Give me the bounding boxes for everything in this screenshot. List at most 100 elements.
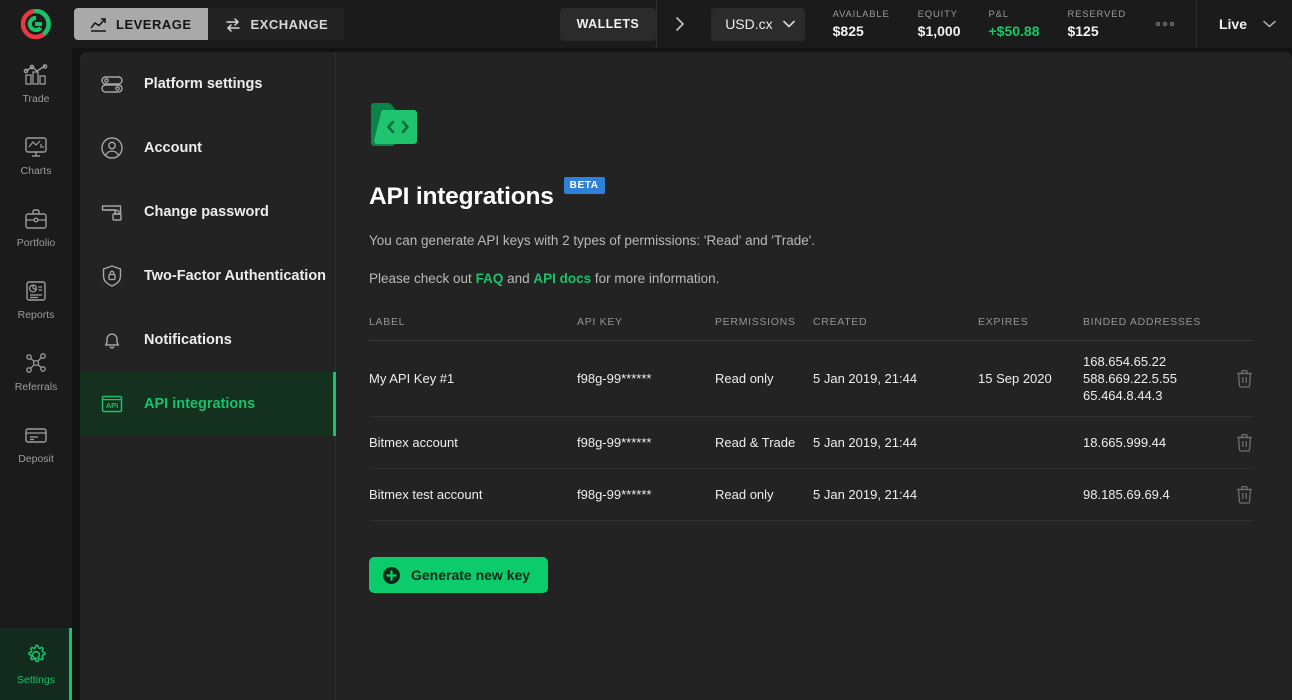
stat-pnl-key: P&L	[988, 9, 1009, 20]
rail-item-charts-label: Charts	[20, 165, 52, 177]
table-row[interactable]: Bitmex account f98g-99****** Read & Trad…	[369, 416, 1253, 469]
row-0-permissions: Read only	[715, 340, 813, 417]
help-prefix: Please check out	[369, 271, 476, 286]
settings-item-change-password[interactable]: Change password	[80, 180, 335, 244]
wallets-button-label: WALLETS	[576, 17, 640, 31]
page-description: You can generate API keys with 2 types o…	[369, 233, 816, 248]
col-permissions: PERMISSIONS	[715, 316, 813, 341]
currency-select-value: USD.cx	[725, 16, 773, 32]
settings-item-account[interactable]: Account	[80, 116, 335, 180]
rail-item-charts[interactable]: Charts	[0, 120, 72, 192]
plus-circle-icon	[383, 566, 400, 584]
col-actions	[1223, 316, 1253, 341]
table-row[interactable]: Bitmex test account f98g-99****** Read o…	[369, 468, 1253, 521]
page-title: API integrations	[369, 183, 554, 210]
settings-item-platform-settings[interactable]: Platform settings	[80, 52, 335, 116]
delete-key-button[interactable]	[1223, 485, 1253, 504]
dot-2-icon	[1162, 22, 1167, 26]
left-nav-rail: Trade Charts Portfolio Reports Referrals…	[0, 48, 72, 700]
col-created: CREATED	[813, 316, 978, 341]
rail-item-deposit-label: Deposit	[18, 453, 54, 465]
cex-logo-icon	[21, 9, 51, 39]
delete-key-button[interactable]	[1223, 433, 1253, 452]
api-docs-link[interactable]: API docs	[533, 271, 591, 286]
stat-pnl: P&L +$50.88	[988, 8, 1039, 40]
more-options-button[interactable]	[1155, 22, 1174, 26]
stat-available-value: $825	[832, 23, 864, 39]
top-bar: LEVERAGE EXCHANGE WALLETS USD.cx AVAILAB…	[0, 0, 1292, 48]
row-2-addresses: 98.185.69.69.4	[1083, 468, 1223, 521]
trash-icon	[1237, 485, 1252, 504]
row-1-actions	[1223, 416, 1253, 469]
row-1-label: Bitmex account	[369, 416, 577, 469]
rail-item-portfolio[interactable]: Portfolio	[0, 192, 72, 264]
table-header-row: LABEL API KEY PERMISSIONS CREATED EXPIRE…	[369, 316, 1253, 341]
bell-icon	[98, 327, 126, 353]
generate-new-key-button[interactable]: Generate new key	[369, 557, 549, 593]
api-keys-table-head: LABEL API KEY PERMISSIONS CREATED EXPIRE…	[369, 316, 1253, 341]
row-1-created: 5 Jan 2019, 21:44	[813, 416, 978, 469]
rail-item-deposit[interactable]: Deposit	[0, 408, 72, 480]
row-2-address-1: 98.185.69.69.4	[1083, 487, 1170, 502]
beta-badge: BETA	[563, 177, 605, 194]
settings-item-platform-settings-label: Platform settings	[144, 76, 263, 92]
tab-leverage-label: LEVERAGE	[116, 16, 192, 32]
rail-item-reports[interactable]: Reports	[0, 264, 72, 336]
trash-icon	[1237, 369, 1252, 388]
row-0-expires: 15 Sep 2020	[978, 340, 1083, 417]
row-1-address-1: 18.665.999.44	[1083, 435, 1167, 450]
row-2-label: Bitmex test account	[369, 468, 577, 521]
user-circle-icon	[98, 135, 126, 161]
stat-pnl-value: +$50.88	[988, 23, 1040, 39]
row-1-api-key: f98g-99******	[577, 416, 715, 469]
trash-icon	[1237, 433, 1252, 452]
wallets-button[interactable]: WALLETS	[559, 7, 657, 41]
faq-link[interactable]: FAQ	[476, 271, 504, 286]
rail-item-referrals-label: Referrals	[14, 381, 58, 393]
currency-select[interactable]: USD.cx	[711, 7, 805, 41]
rail-bottom-group: Settings	[0, 628, 72, 700]
rail-item-referrals[interactable]: Referrals	[0, 336, 72, 408]
col-label: LABEL	[369, 316, 577, 341]
generate-new-key-label: Generate new key	[411, 567, 531, 583]
mode-live-select[interactable]: Live	[1195, 0, 1292, 48]
dot-1-icon	[1155, 22, 1160, 26]
settings-item-notifications[interactable]: Notifications	[80, 308, 335, 372]
row-2-actions	[1223, 468, 1253, 521]
deposit-icon	[25, 428, 47, 443]
tab-leverage[interactable]: LEVERAGE	[74, 8, 208, 40]
swap-icon	[225, 17, 240, 32]
tab-exchange[interactable]: EXCHANGE	[207, 8, 345, 40]
gear-icon	[28, 644, 46, 663]
stat-available: AVAILABLE $825	[833, 8, 890, 40]
delete-key-button[interactable]	[1223, 369, 1253, 388]
rail-item-trade[interactable]: Trade	[0, 48, 72, 120]
row-2-expires	[978, 468, 1083, 521]
api-keys-table: LABEL API KEY PERMISSIONS CREATED EXPIRE…	[369, 316, 1253, 521]
settings-item-two-factor-authentication-label: Two-Factor Authentication	[144, 268, 327, 284]
expand-next-button[interactable]	[657, 16, 703, 32]
api-keys-table-body: My API Key #1 f98g-99****** Read only 5 …	[369, 340, 1253, 521]
settings-item-api-integrations-label: API integrations	[144, 396, 256, 412]
row-0-api-key: f98g-99******	[577, 340, 715, 417]
api-box-icon: API	[98, 391, 126, 417]
settings-item-two-factor-authentication[interactable]: Two-Factor Authentication	[80, 244, 335, 308]
row-0-label: My API Key #1	[369, 340, 577, 417]
table-row[interactable]: My API Key #1 f98g-99****** Read only 5 …	[369, 340, 1253, 417]
rail-item-reports-label: Reports	[17, 309, 55, 321]
tab-exchange-label: EXCHANGE	[250, 16, 329, 32]
help-mid: and	[503, 271, 534, 286]
mode-live-label: Live	[1218, 16, 1247, 32]
rail-item-portfolio-label: Portfolio	[16, 237, 56, 249]
rail-item-settings[interactable]: Settings	[0, 628, 72, 700]
row-0-address-2: 588.669.22.5.55	[1083, 371, 1177, 386]
stat-equity: EQUITY $1,000	[918, 8, 961, 40]
settings-item-api-integrations[interactable]: API API integrations	[80, 372, 336, 436]
stat-available-key: AVAILABLE	[832, 9, 890, 20]
stat-reserved-value: $125	[1067, 23, 1099, 39]
app-logo[interactable]	[0, 0, 72, 48]
settings-item-notifications-label: Notifications	[144, 332, 232, 348]
row-2-api-key: f98g-99******	[577, 468, 715, 521]
stat-equity-value: $1,000	[917, 23, 961, 39]
stat-reserved: RESERVED $125	[1067, 8, 1126, 40]
